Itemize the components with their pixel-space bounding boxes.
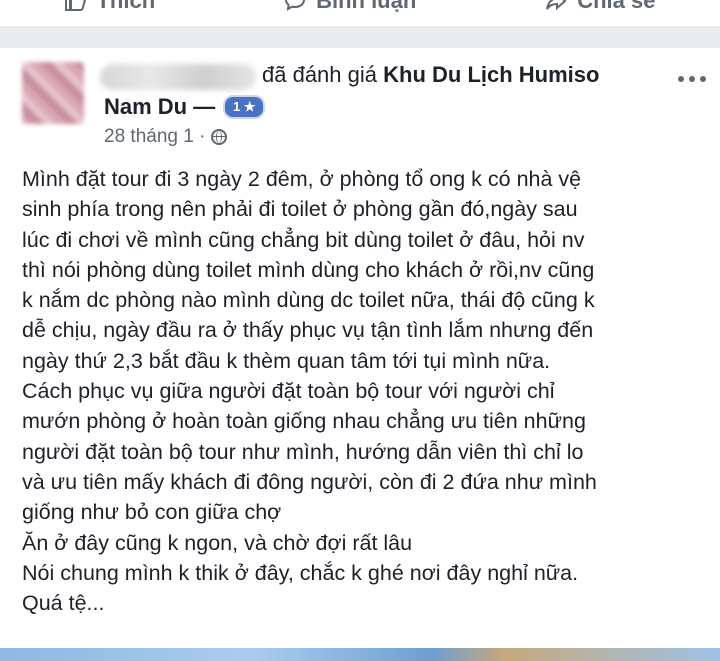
post-line: Nói chung mình k thik ở đây, chắc k ghé … bbox=[22, 560, 579, 585]
post-line: k nắm dc phòng nào mình dùng dc toilet n… bbox=[22, 288, 595, 313]
post-line: mướn phòng ở hoàn toàn giống nhau chẳng … bbox=[22, 409, 586, 434]
rating-badge: 1 ★ bbox=[223, 95, 266, 119]
thumbs-up-icon bbox=[65, 0, 87, 11]
post-header-line2: Nam Du — 1 ★ bbox=[104, 94, 266, 120]
globe-icon bbox=[211, 129, 228, 145]
review-post-card: đã đánh giá Khu Du Lịch Humiso Nam Du — … bbox=[0, 48, 720, 648]
blurred-author-name[interactable] bbox=[100, 64, 256, 90]
post-line: Cách phục vụ giữa người đặt toàn bộ tour… bbox=[22, 379, 555, 404]
post-line: ngày thứ 2,3 bắt đầu k thèm quan tâm tới… bbox=[22, 348, 551, 373]
post-line: giống như bỏ con giữa chợ bbox=[22, 500, 282, 525]
post-line: Mình đặt tour đi 3 ngày 2 đêm, ở phòng t… bbox=[22, 167, 582, 191]
post-line: và ưu tiên mấy khách đi đông người, còn … bbox=[22, 469, 597, 494]
post-date[interactable]: 28 tháng 1 · bbox=[104, 126, 205, 148]
facebook-post-screenshot: Thích Bình luận Chia sẻ đã đánh giá Khu … bbox=[0, 0, 720, 661]
share-button[interactable]: Chia sẻ bbox=[545, 0, 656, 14]
post-line: dễ chịu, ngày đầu ra ở thấy phục vụ tận … bbox=[22, 318, 594, 343]
like-button[interactable]: Thích bbox=[64, 0, 155, 14]
place-name-link[interactable]: Khu Du Lịch Humiso bbox=[383, 62, 599, 87]
post-body: Mình đặt tour đi 3 ngày 2 đêm, ở phòng t… bbox=[22, 164, 712, 618]
place-name-continued[interactable]: Nam Du — bbox=[104, 94, 215, 120]
more-options-icon[interactable] bbox=[678, 76, 706, 82]
avatar[interactable] bbox=[22, 62, 84, 124]
post-line: lúc đi chơi về mình cũng chẳng bit dùng … bbox=[22, 227, 585, 252]
like-label: Thích bbox=[96, 0, 156, 13]
post-line: người đặt toàn bộ tour như mình, hướng d… bbox=[22, 439, 584, 464]
feed-divider bbox=[0, 26, 720, 48]
review-action-text: đã đánh giá bbox=[262, 62, 377, 87]
post-line: Quá tệ... bbox=[22, 591, 105, 616]
previous-post-actions: Thích Bình luận Chia sẻ bbox=[0, 0, 720, 16]
comment-label: Bình luận bbox=[316, 0, 417, 13]
post-header: đã đánh giá Khu Du Lịch Humiso bbox=[262, 62, 599, 88]
post-line: thì nói phòng dùng toilet mình dùng cho … bbox=[22, 257, 595, 282]
attached-photo-preview[interactable] bbox=[0, 648, 720, 661]
share-label: Chia sẻ bbox=[577, 0, 656, 13]
post-line: Ăn ở đây cũng k ngon, và chờ đợi rất lâu bbox=[22, 530, 413, 555]
comment-button[interactable]: Bình luận bbox=[284, 0, 416, 14]
post-line: sinh phía trong nên phải đi toilet ở phò… bbox=[22, 197, 578, 222]
comment-icon bbox=[285, 0, 306, 11]
share-icon bbox=[546, 0, 567, 11]
post-meta: 28 tháng 1 · bbox=[104, 126, 228, 148]
